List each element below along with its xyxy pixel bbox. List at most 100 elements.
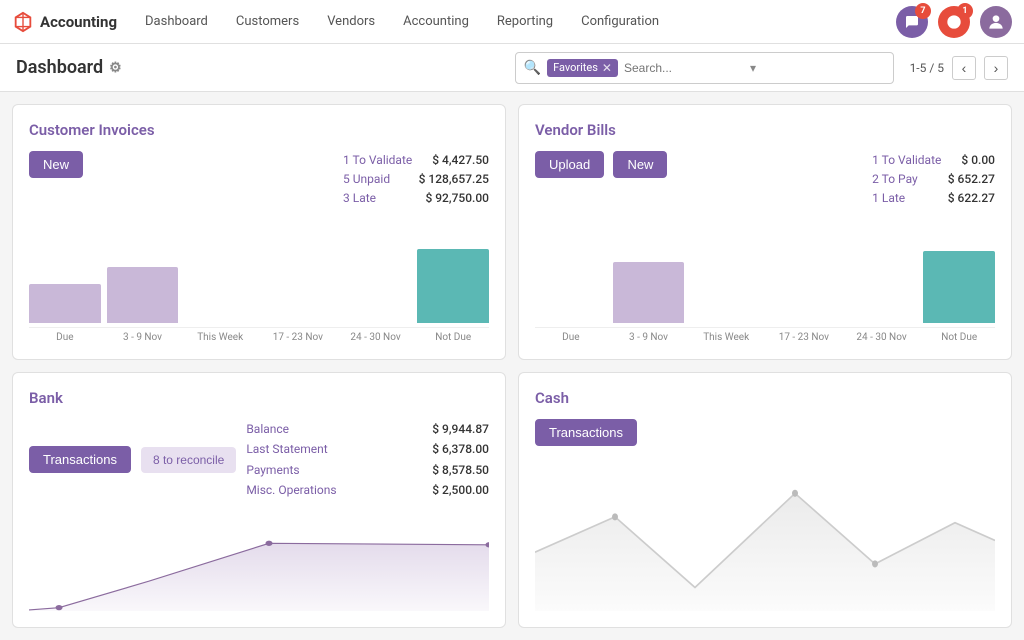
nav-vendors[interactable]: Vendors xyxy=(315,8,387,35)
bank-card: Bank Transactions 8 to reconcile Balance… xyxy=(12,372,506,628)
vendor-bills-title: Vendor Bills xyxy=(535,121,995,139)
vendor-bills-new-button[interactable]: New xyxy=(613,151,667,178)
bank-stat-value-0: $ 9,944.87 xyxy=(432,419,489,439)
filter-remove-icon[interactable]: ✕ xyxy=(602,61,612,75)
bank-stat-value-3: $ 2,500.00 xyxy=(432,480,489,500)
stat-value-2: $ 92,750.00 xyxy=(425,189,489,208)
settings-icon[interactable]: ⚙ xyxy=(109,60,122,76)
bar-label-text: 3 - 9 Nov xyxy=(107,332,179,343)
bank-point-2 xyxy=(266,540,273,545)
bank-stat-label-2[interactable]: Payments xyxy=(246,460,299,480)
cash-chart-svg xyxy=(535,458,995,611)
subheader: Dashboard ⚙ 🔍 Favorites ✕ ▾ 1-5 / 5 ‹ › xyxy=(0,44,1024,92)
vb-stat-label-2[interactable]: 1 Late xyxy=(872,189,905,208)
bar-group xyxy=(923,221,995,323)
bars-container xyxy=(29,221,489,327)
app-name: Accounting xyxy=(40,13,117,31)
vendor-bills-card: Vendor Bills Upload New 1 To Validate $ … xyxy=(518,104,1012,360)
nav-reporting[interactable]: Reporting xyxy=(485,8,565,35)
vendor-bills-chart: Due3 - 9 NovThis Week17 - 23 Nov24 - 30 … xyxy=(535,221,995,343)
stat-row-0: 1 To Validate $ 4,427.50 xyxy=(343,151,489,170)
nav-configuration[interactable]: Configuration xyxy=(569,8,671,35)
bar xyxy=(923,251,995,323)
cash-point-3 xyxy=(872,560,878,567)
search-bar: 🔍 Favorites ✕ ▾ xyxy=(515,52,894,84)
vb-stat-value-1: $ 652.27 xyxy=(948,170,995,189)
bar-label-text: 24 - 30 Nov xyxy=(340,332,412,343)
avatar-icon xyxy=(986,12,1006,32)
bank-line-chart xyxy=(29,513,489,611)
bar-group xyxy=(107,221,179,323)
cash-title: Cash xyxy=(535,389,995,407)
vendor-bills-stats: 1 To Validate $ 0.00 2 To Pay $ 652.27 1… xyxy=(872,151,995,209)
bar-label-text: Due xyxy=(29,332,101,343)
bank-stat-2: Payments $ 8,578.50 xyxy=(246,460,489,480)
vb-stat-value-0: $ 0.00 xyxy=(961,151,995,170)
top-nav: Accounting Dashboard Customers Vendors A… xyxy=(0,0,1024,44)
nav-accounting[interactable]: Accounting xyxy=(391,8,481,35)
bar-group xyxy=(262,221,334,323)
cash-card: Cash Transactions xyxy=(518,372,1012,628)
bank-chart-svg xyxy=(29,513,489,611)
bar xyxy=(417,249,489,323)
customer-invoices-stats: 1 To Validate $ 4,427.50 5 Unpaid $ 128,… xyxy=(343,151,489,209)
chat-button[interactable]: 7 xyxy=(896,6,928,38)
user-avatar[interactable] xyxy=(980,6,1012,38)
page-title-area: Dashboard ⚙ xyxy=(16,57,122,78)
search-dropdown-icon[interactable]: ▾ xyxy=(750,61,756,75)
customer-invoices-new-button[interactable]: New xyxy=(29,151,83,178)
filter-label: Favorites xyxy=(553,61,598,74)
vb-stat-label-1[interactable]: 2 To Pay xyxy=(872,170,918,189)
stat-label-0[interactable]: 1 To Validate xyxy=(343,151,412,170)
vb-stat-value-2: $ 622.27 xyxy=(948,189,995,208)
vb-stat-label-0[interactable]: 1 To Validate xyxy=(872,151,941,170)
bar-labels: Due3 - 9 NovThis Week17 - 23 Nov24 - 30 … xyxy=(29,327,489,343)
bank-reconcile-button[interactable]: 8 to reconcile xyxy=(141,447,236,473)
pagination: 1-5 / 5 ‹ › xyxy=(910,56,1008,80)
stat-row-2: 3 Late $ 92,750.00 xyxy=(343,189,489,208)
cash-line-chart xyxy=(535,458,995,611)
bar-label-text: 17 - 23 Nov xyxy=(768,332,840,343)
bar-group xyxy=(29,221,101,323)
bar-label-text: 24 - 30 Nov xyxy=(846,332,918,343)
bar-group xyxy=(690,221,762,323)
bar-group xyxy=(613,221,685,323)
bank-top: Transactions 8 to reconcile Balance $ 9,… xyxy=(29,419,489,501)
bar-group xyxy=(184,221,256,323)
nav-dashboard[interactable]: Dashboard xyxy=(133,8,220,35)
bank-stat-label-1[interactable]: Last Statement xyxy=(246,439,327,459)
filter-tag[interactable]: Favorites ✕ xyxy=(547,59,618,77)
search-input[interactable] xyxy=(624,61,744,75)
bar-label-text: This Week xyxy=(690,332,762,343)
bar-label-text: 17 - 23 Nov xyxy=(262,332,334,343)
bank-stat-value-2: $ 8,578.50 xyxy=(432,460,489,480)
nav-customers[interactable]: Customers xyxy=(224,8,311,35)
stat-value-0: $ 4,427.50 xyxy=(432,151,489,170)
activity-button[interactable]: 1 xyxy=(938,6,970,38)
vendor-bills-upload-button[interactable]: Upload xyxy=(535,151,604,178)
bar xyxy=(107,267,179,323)
bank-stat-3: Misc. Operations $ 2,500.00 xyxy=(246,480,489,500)
vb-stat-row-2: 1 Late $ 622.27 xyxy=(872,189,995,208)
bank-stat-0: Balance $ 9,944.87 xyxy=(246,419,489,439)
prev-page-button[interactable]: ‹ xyxy=(952,56,976,80)
bank-stat-label-0[interactable]: Balance xyxy=(246,419,289,439)
bank-transactions-button[interactable]: Transactions xyxy=(29,446,131,473)
stat-label-2[interactable]: 3 Late xyxy=(343,189,376,208)
bar-group xyxy=(340,221,412,323)
bar xyxy=(613,262,685,323)
stat-label-1[interactable]: 5 Unpaid xyxy=(343,170,390,189)
cash-transactions-button[interactable]: Transactions xyxy=(535,419,637,446)
next-page-button[interactable]: › xyxy=(984,56,1008,80)
vb-stat-row-0: 1 To Validate $ 0.00 xyxy=(872,151,995,170)
app-logo-icon xyxy=(12,11,34,33)
vb-bars-container xyxy=(535,221,995,327)
bank-title: Bank xyxy=(29,389,489,407)
bank-stat-label-3[interactable]: Misc. Operations xyxy=(246,480,336,500)
bar-group xyxy=(846,221,918,323)
app-logo[interactable]: Accounting xyxy=(12,11,117,33)
pagination-text: 1-5 / 5 xyxy=(910,61,944,75)
search-icon: 🔍 xyxy=(524,60,541,76)
nav-links: Dashboard Customers Vendors Accounting R… xyxy=(133,8,896,35)
bank-area-fill xyxy=(29,543,489,611)
